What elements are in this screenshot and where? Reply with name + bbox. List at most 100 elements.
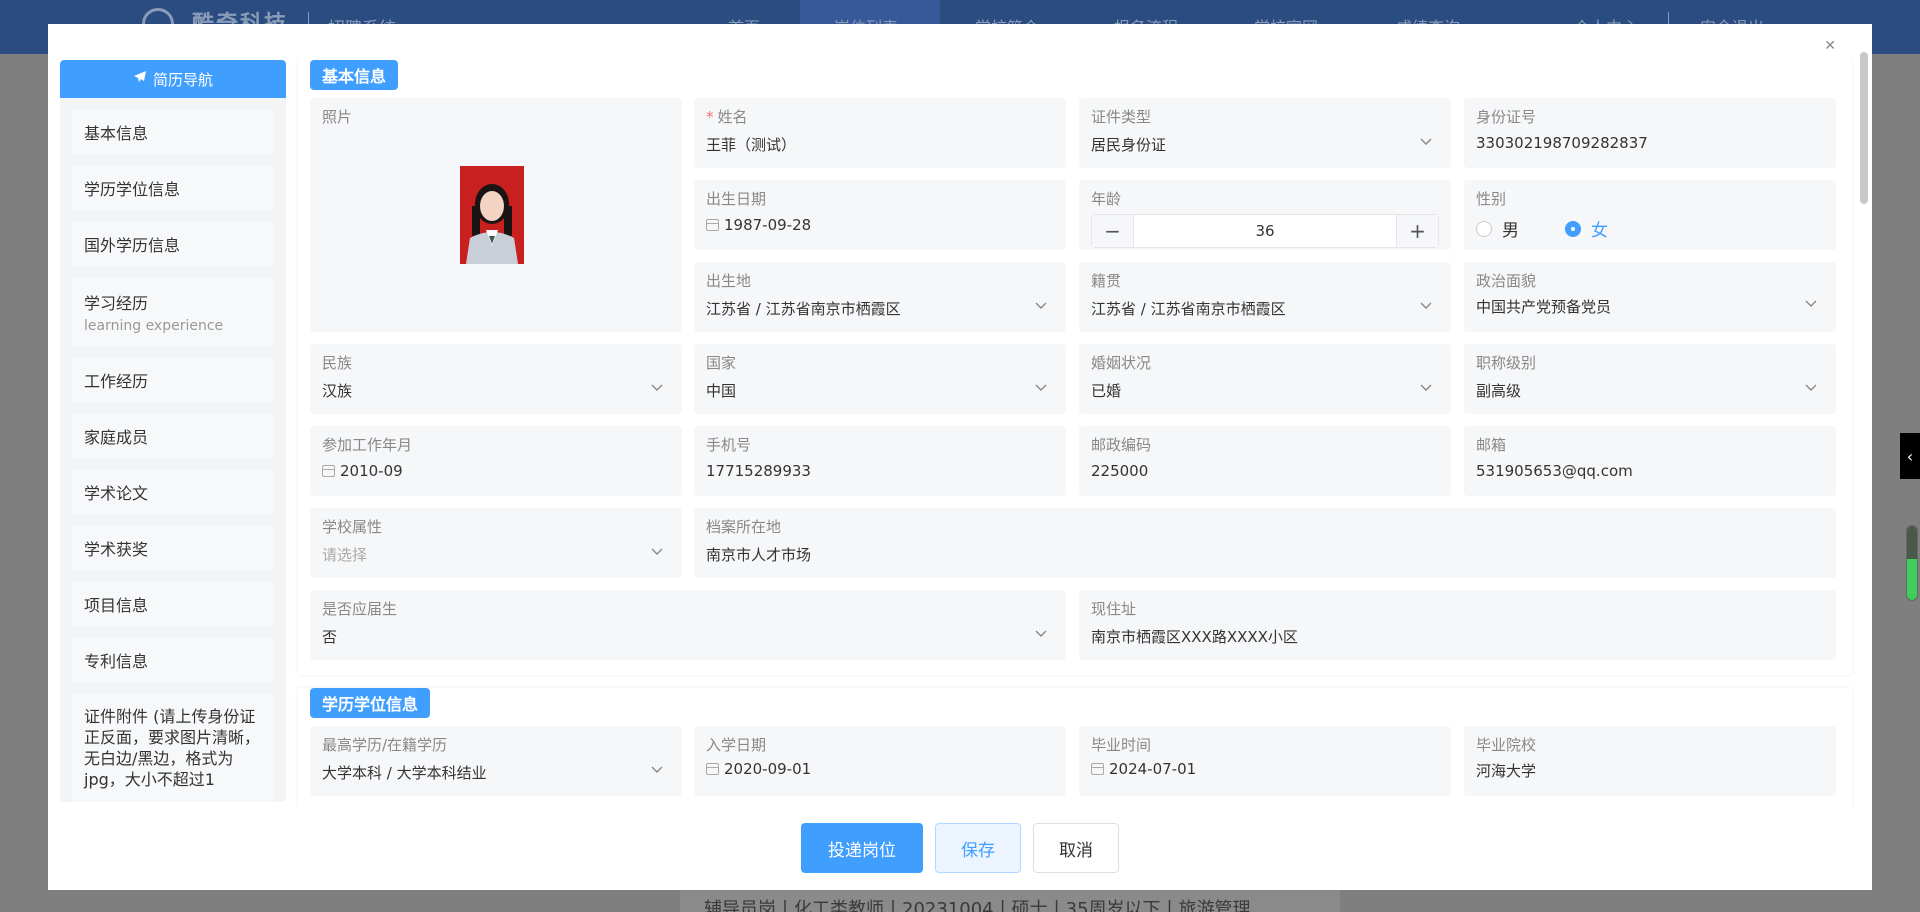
name-label: * 姓名 <box>706 106 748 127</box>
address-label: 现住址 <box>1091 600 1137 618</box>
chevron-down-icon <box>1420 384 1432 391</box>
birthplace-value: 江苏省 / 江苏省南京市栖霞区 <box>706 300 901 318</box>
modal-scroll-area[interactable]: 简历导航 基本信息 学历学位信息 国外学历信息 学习经历 learning ex… <box>60 60 1860 806</box>
archive-location-value: 南京市人才市场 <box>706 546 812 564</box>
fresh-graduate-select[interactable]: 是否应届生 否 <box>310 590 1066 660</box>
address-field[interactable]: 现住址 南京市栖霞区XXX路XXXX小区 <box>1079 590 1836 660</box>
sidebar-item-foreign-education[interactable]: 国外学历信息 <box>72 222 274 266</box>
sidebar-item-label: 基本信息 <box>84 124 149 143</box>
phone-field[interactable]: 手机号 17715289933 <box>694 426 1066 496</box>
cancel-button[interactable]: 取消 <box>1033 823 1119 873</box>
modal-footer: 投递岗位 保存 取消 <box>48 806 1872 890</box>
country-select[interactable]: 国家 中国 <box>694 344 1066 414</box>
fresh-graduate-value: 否 <box>322 628 338 646</box>
name-value: 王菲（测试） <box>706 136 797 154</box>
school-value: 河海大学 <box>1476 762 1537 780</box>
gender-male-label: 男 <box>1502 221 1519 241</box>
degree-label: 最高学历/在籍学历 <box>322 736 448 754</box>
chevron-down-icon <box>1035 302 1047 309</box>
phone-value: 17715289933 <box>706 462 811 480</box>
calendar-icon <box>706 763 719 775</box>
chevron-down-icon <box>1805 300 1817 307</box>
country-label: 国家 <box>706 354 737 372</box>
submit-application-button[interactable]: 投递岗位 <box>801 823 923 873</box>
email-value: 531905653@qq.com <box>1476 462 1633 480</box>
photo-field[interactable]: 照片 <box>310 98 682 332</box>
section-title-basic: 基本信息 <box>310 60 399 90</box>
email-label: 邮箱 <box>1476 436 1507 454</box>
postcode-field[interactable]: 邮政编码 225000 <box>1079 426 1451 496</box>
resume-nav-sidebar: 简历导航 基本信息 学历学位信息 国外学历信息 学习经历 learning ex… <box>60 60 286 802</box>
photo-label: 照片 <box>322 108 353 126</box>
enroll-date-picker[interactable]: 入学日期 2020-09-01 <box>694 726 1066 796</box>
title-level-select[interactable]: 职称级别 副高级 <box>1464 344 1836 414</box>
sidebar-item-attachments[interactable]: 证件附件 (请上传身份证正反面，要求图片清晰，无白边/黑边，格式为jpg，大小不… <box>72 694 274 802</box>
marital-select[interactable]: 婚姻状况 已婚 <box>1079 344 1451 414</box>
sidebar-item-basic[interactable]: 基本信息 <box>72 110 274 154</box>
id-type-value: 居民身份证 <box>1091 136 1167 154</box>
school-attr-select[interactable]: 学校属性 请选择 <box>310 508 682 578</box>
native-place-select[interactable]: 籍贯 江苏省 / 江苏省南京市栖霞区 <box>1079 262 1451 332</box>
school-field[interactable]: 毕业院校 河海大学 <box>1464 726 1836 796</box>
save-button[interactable]: 保存 <box>935 823 1021 873</box>
chevron-down-icon <box>1035 384 1047 391</box>
degree-select[interactable]: 最高学历/在籍学历 大学本科 / 大学本科结业 <box>310 726 682 796</box>
age-field: 年龄 − 36 + <box>1079 180 1451 250</box>
graduate-date-picker[interactable]: 毕业时间 2024-07-01 <box>1079 726 1451 796</box>
age-value[interactable]: 36 <box>1134 222 1396 240</box>
sidebar-item-learning[interactable]: 学习经历 learning experience <box>72 278 274 346</box>
enroll-date-value: 2020-09-01 <box>706 760 811 778</box>
archive-location-field[interactable]: 档案所在地 南京市人才市场 <box>694 508 1836 578</box>
chevron-down-icon <box>1035 630 1047 637</box>
sidebar-item-awards[interactable]: 学术获奖 <box>72 526 274 570</box>
close-icon[interactable]: ✕ <box>1824 38 1836 54</box>
gender-radio-group: 男 女 <box>1476 216 1608 241</box>
gender-female-radio[interactable]: 女 <box>1565 216 1608 241</box>
birth-date-label: 出生日期 <box>706 190 767 208</box>
ethnic-value: 汉族 <box>322 382 353 400</box>
postcode-label: 邮政编码 <box>1091 436 1152 454</box>
age-stepper[interactable]: − 36 + <box>1091 214 1439 248</box>
sidebar-item-label: 国外学历信息 <box>84 236 181 255</box>
sidebar-item-papers[interactable]: 学术论文 <box>72 470 274 514</box>
political-status-select[interactable]: 政治面貌 中国共产党预备党员 <box>1464 262 1836 332</box>
school-attr-label: 学校属性 <box>322 518 383 536</box>
political-status-value: 中国共产党预备党员 <box>1476 298 1612 316</box>
id-number-value: 330302198709282837 <box>1476 134 1648 152</box>
name-field[interactable]: * 姓名 王菲（测试） <box>694 98 1066 168</box>
chevron-left-icon[interactable]: ‹ <box>1900 433 1920 479</box>
minus-icon[interactable]: − <box>1092 215 1134 247</box>
id-number-field[interactable]: 身份证号 330302198709282837 <box>1464 98 1836 168</box>
sidebar-item-work[interactable]: 工作经历 <box>72 358 274 402</box>
sidebar-item-family[interactable]: 家庭成员 <box>72 414 274 458</box>
sidebar-item-label: 学习经历 <box>84 294 149 313</box>
email-field[interactable]: 邮箱 531905653@qq.com <box>1464 426 1836 496</box>
sidebar-header: 简历导航 <box>60 60 286 98</box>
calendar-icon <box>1091 763 1104 775</box>
chevron-down-icon <box>651 766 663 773</box>
birthplace-select[interactable]: 出生地 江苏省 / 江苏省南京市栖霞区 <box>694 262 1066 332</box>
sidebar-item-label: 专利信息 <box>84 652 149 671</box>
plus-icon[interactable]: + <box>1396 215 1438 247</box>
sidebar-item-projects[interactable]: 项目信息 <box>72 582 274 626</box>
fresh-graduate-label: 是否应届生 <box>322 600 398 618</box>
sidebar-item-sublabel: learning experience <box>84 318 224 334</box>
vertical-scrollbar[interactable] <box>1860 52 1868 204</box>
profile-photo[interactable] <box>460 166 524 264</box>
sidebar-item-label: 学术获奖 <box>84 540 149 559</box>
work-start-picker[interactable]: 参加工作年月 2010-09 <box>310 426 682 496</box>
sidebar-item-patents[interactable]: 专利信息 <box>72 638 274 682</box>
sidebar-item-education[interactable]: 学历学位信息 <box>72 166 274 210</box>
id-number-label: 身份证号 <box>1476 108 1537 126</box>
resume-content: 基本信息 照片 * 姓名 王菲（测试） 证件类型 居民身份证 身份证号 3303… <box>298 60 1852 806</box>
id-type-select[interactable]: 证件类型 居民身份证 <box>1079 98 1451 168</box>
native-place-value: 江苏省 / 江苏省南京市栖霞区 <box>1091 300 1286 318</box>
country-value: 中国 <box>706 382 737 400</box>
ethnic-select[interactable]: 民族 汉族 <box>310 344 682 414</box>
address-value: 南京市栖霞区XXX路XXXX小区 <box>1091 628 1298 646</box>
marital-label: 婚姻状况 <box>1091 354 1152 372</box>
birth-date-picker[interactable]: 出生日期 1987-09-28 <box>694 180 1066 250</box>
school-label: 毕业院校 <box>1476 736 1537 754</box>
gender-male-radio[interactable]: 男 <box>1476 216 1519 241</box>
school-attr-placeholder: 请选择 <box>322 546 368 564</box>
